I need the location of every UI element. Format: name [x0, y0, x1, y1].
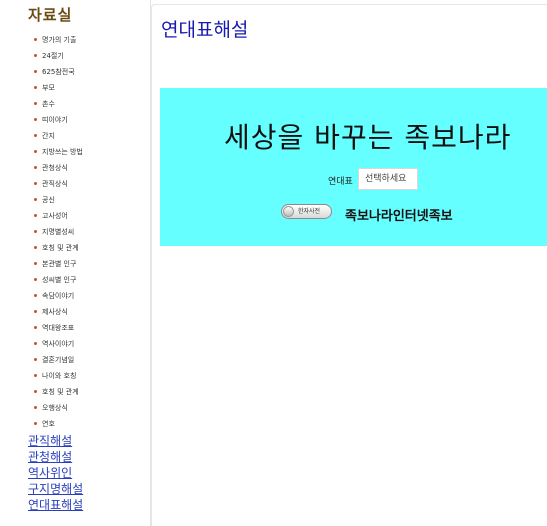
sidebar-sub-item-8[interactable]: 지방쓰는 방법	[0, 144, 150, 160]
bullet-icon	[34, 294, 37, 297]
sidebar-sub-item-label: 625참전국	[42, 68, 75, 76]
sidebar-sub-item-22[interactable]: 나이와 호칭	[0, 368, 150, 384]
bullet-icon	[34, 102, 37, 105]
sidebar-sub-item-4[interactable]: 부모	[0, 80, 150, 96]
sidebar-sub-item-19[interactable]: 역대왕조표	[0, 320, 150, 336]
bullet-icon	[34, 422, 37, 425]
site-subtitle: 족보나라인터넷족보	[345, 209, 453, 224]
bullet-icon	[34, 390, 37, 393]
link-gwancheong-haeseol[interactable]: 관청해설	[28, 449, 83, 465]
link-yeoksa-wiin[interactable]: 역사위인	[28, 465, 83, 481]
sidebar-title: 자료실	[28, 6, 73, 24]
sidebar-sub-item-label: 역사이야기	[42, 340, 75, 348]
hanja-dictionary-toggle[interactable]: 한자사전	[281, 204, 332, 219]
page: 자료실 명가의 기출 24절기 625참전국 부모 촌수 띠이야기 간지 지방쓰…	[0, 0, 547, 526]
sidebar-sub-item-25[interactable]: 연호	[0, 416, 150, 432]
bullet-icon	[34, 358, 37, 361]
sidebar-sub-item-label: 결혼기념일	[42, 356, 75, 364]
sidebar-sub-item-20[interactable]: 역사이야기	[0, 336, 150, 352]
toggle-label: 한자사전	[298, 208, 321, 215]
bullet-icon	[34, 70, 37, 73]
sidebar-sub-item-label: 띠이야기	[42, 116, 68, 124]
sidebar-sub-item-label: 관직상식	[42, 180, 68, 188]
bullet-icon	[34, 134, 37, 137]
sidebar-sub-item-3[interactable]: 625참전국	[0, 64, 150, 80]
sidebar-sub-item-label: 호칭 및 관계	[42, 244, 79, 252]
sidebar-sub-item-21[interactable]: 결혼기념일	[0, 352, 150, 368]
bullet-icon	[34, 166, 37, 169]
sidebar-sub-item-17[interactable]: 속담이야기	[0, 288, 150, 304]
link-yeondaepyo-haeseol[interactable]: 연대표해설	[28, 497, 83, 513]
sidebar-sub-item-label: 제사상식	[42, 308, 68, 316]
bullet-icon	[34, 374, 37, 377]
sidebar-sub-item-label: 성씨별 인구	[42, 276, 77, 284]
sidebar-sub-item-label: 24절기	[42, 52, 64, 60]
sidebar-sub-item-6[interactable]: 띠이야기	[0, 112, 150, 128]
search-panel: 세상을 바꾸는 족보나라 연대표 선택하세요 한자사전 족보나라인터넷족보	[160, 88, 547, 246]
bullet-icon	[34, 262, 37, 265]
bullet-icon	[34, 342, 37, 345]
bullet-icon	[34, 86, 37, 89]
sidebar-sub-item-label: 역대왕조표	[42, 324, 75, 332]
bullet-icon	[34, 278, 37, 281]
sidebar-sub-item-2[interactable]: 24절기	[0, 48, 150, 64]
bullet-icon	[34, 230, 37, 233]
bullet-icon	[34, 38, 37, 41]
sidebar-sub-item-11[interactable]: 공신	[0, 192, 150, 208]
bullet-icon	[34, 326, 37, 329]
sidebar-sub-item-23[interactable]: 호칭 및 관계	[0, 384, 150, 400]
sidebar-sub-item-label: 공신	[42, 196, 55, 204]
sidebar-sub-item-label: 지방쓰는 방법	[42, 148, 83, 156]
bullet-icon	[34, 118, 37, 121]
bullet-icon	[34, 198, 37, 201]
sidebar-sub-item-14[interactable]: 호칭 및 관계	[0, 240, 150, 256]
select-label: 연대표	[328, 177, 353, 187]
page-title: 연대표해설	[161, 19, 249, 41]
sidebar-sub-item-18[interactable]: 제사상식	[0, 304, 150, 320]
link-gwanjik-haeseol[interactable]: 관직해설	[28, 433, 83, 449]
link-gujimyeong-haeseol[interactable]: 구지명해설	[28, 481, 83, 497]
banner-heading: 세상을 바꾸는 족보나라	[224, 121, 512, 154]
sidebar-sub-item-label: 본관별 인구	[42, 260, 77, 268]
sidebar-sub-item-label: 간지	[42, 132, 55, 140]
bullet-icon	[34, 54, 37, 57]
sidebar-sub-item-label: 관청상식	[42, 164, 68, 172]
sidebar-sub-item-label: 나이와 호칭	[42, 372, 77, 380]
sidebar-sub-item-label: 호칭 및 관계	[42, 388, 79, 396]
sidebar-sub-list: 명가의 기출 24절기 625참전국 부모 촌수 띠이야기 간지 지방쓰는 방법…	[0, 32, 150, 432]
sidebar-sub-item-label: 속담이야기	[42, 292, 75, 300]
sidebar-sub-item-label: 촌수	[42, 100, 55, 108]
sidebar-sub-item-label: 부모	[42, 84, 55, 92]
sidebar-main-links: 관직해설 관청해설 역사위인 구지명해설 연대표해설	[28, 433, 83, 513]
sidebar-sub-item-label: 연호	[42, 420, 55, 428]
bullet-icon	[34, 310, 37, 313]
bullet-icon	[34, 214, 37, 217]
sidebar: 자료실 명가의 기출 24절기 625참전국 부모 촌수 띠이야기 간지 지방쓰…	[0, 0, 151, 526]
sidebar-sub-item-13[interactable]: 지명별성씨	[0, 224, 150, 240]
sidebar-sub-item-label: 명가의 기출	[42, 36, 77, 44]
bullet-icon	[34, 246, 37, 249]
toggle-knob-icon	[283, 206, 294, 217]
sidebar-sub-item-16[interactable]: 성씨별 인구	[0, 272, 150, 288]
sidebar-sub-item-1[interactable]: 명가의 기출	[0, 32, 150, 48]
sidebar-sub-item-10[interactable]: 관직상식	[0, 176, 150, 192]
bullet-icon	[34, 182, 37, 185]
sidebar-sub-item-label: 지명별성씨	[42, 228, 75, 236]
sidebar-sub-item-12[interactable]: 고사성어	[0, 208, 150, 224]
sidebar-sub-item-label: 오행상식	[42, 404, 68, 412]
bullet-icon	[34, 150, 37, 153]
sidebar-sub-item-7[interactable]: 간지	[0, 128, 150, 144]
sidebar-sub-item-5[interactable]: 촌수	[0, 96, 150, 112]
sidebar-sub-item-15[interactable]: 본관별 인구	[0, 256, 150, 272]
chronology-select[interactable]: 선택하세요	[358, 168, 418, 190]
bullet-icon	[34, 406, 37, 409]
sidebar-sub-item-24[interactable]: 오행상식	[0, 400, 150, 416]
sidebar-sub-item-9[interactable]: 관청상식	[0, 160, 150, 176]
sidebar-sub-item-label: 고사성어	[42, 212, 68, 220]
content-panel: 연대표해설 세상을 바꾸는 족보나라 연대표 선택하세요 한자사전 족보나라인터…	[151, 4, 547, 526]
